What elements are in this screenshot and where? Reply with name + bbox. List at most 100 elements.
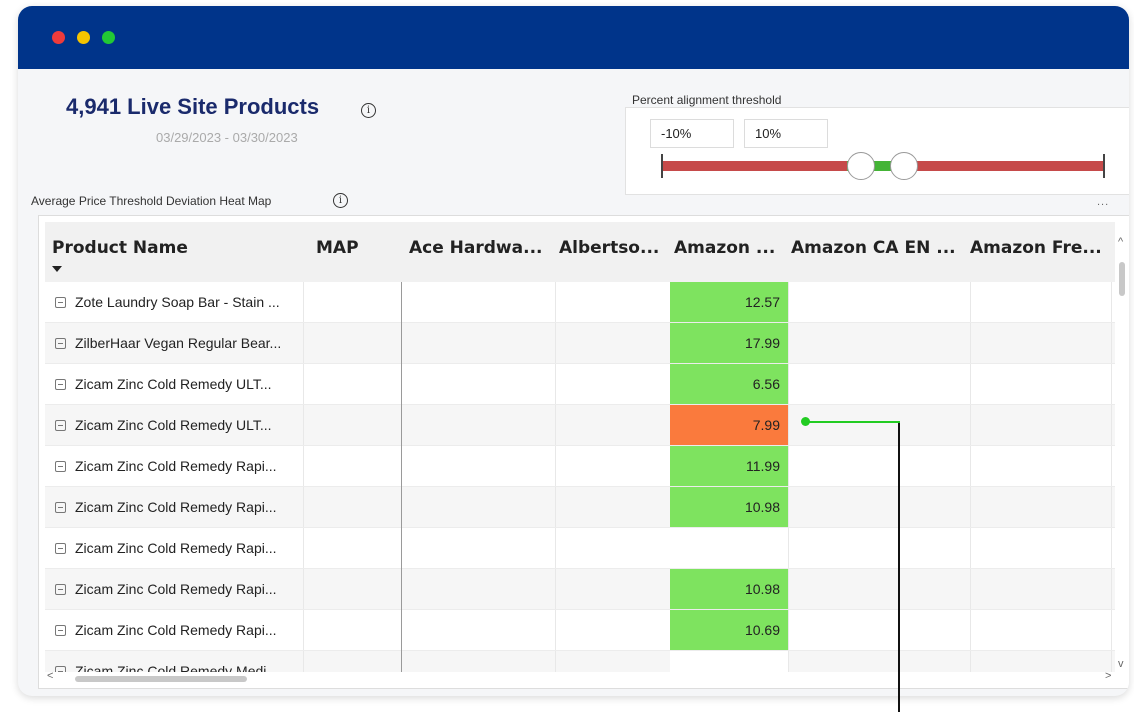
threshold-min-input[interactable]: -10% <box>650 119 734 148</box>
amazon-price-cell[interactable]: 11.99 <box>670 446 788 486</box>
table-body: Zote Laundry Soap Bar - Stain ... 12.57 Zi… <box>45 282 1115 684</box>
column-divider <box>970 282 971 322</box>
expand-row-icon[interactable] <box>55 502 66 513</box>
column-header-amazon-fresh[interactable]: Amazon Fre... <box>970 222 1110 282</box>
column-divider <box>970 487 971 527</box>
product-name-text: Zicam Zinc Cold Remedy ULT... <box>75 376 272 392</box>
product-name-cell: Zicam Zinc Cold Remedy Rapi... <box>45 446 303 486</box>
column-divider <box>788 282 789 322</box>
column-divider <box>303 610 304 650</box>
more-options-button[interactable]: ... <box>1097 196 1109 208</box>
column-divider <box>788 323 789 363</box>
expand-row-icon[interactable] <box>55 338 66 349</box>
column-divider <box>555 610 556 650</box>
column-divider <box>788 364 789 404</box>
column-divider <box>1111 446 1112 486</box>
table-row[interactable]: Zicam Zinc Cold Remedy Rapi... <box>45 528 1115 569</box>
product-name-cell: Zicam Zinc Cold Remedy ULT... <box>45 405 303 445</box>
expand-row-icon[interactable] <box>55 543 66 554</box>
slider-max-cap <box>1103 154 1105 178</box>
column-divider <box>555 282 556 322</box>
slider-min-cap <box>661 154 663 178</box>
minimize-window-button[interactable] <box>77 31 90 44</box>
column-divider <box>1111 405 1112 445</box>
table-row[interactable]: Zote Laundry Soap Bar - Stain ... 12.57 <box>45 282 1115 323</box>
vertical-scroll-thumb[interactable] <box>1119 262 1125 296</box>
heatmap-table: Product Name MAP Ace Hardwa... Albertso.… <box>38 215 1129 689</box>
expand-row-icon[interactable] <box>55 379 66 390</box>
scroll-left-icon[interactable]: < <box>47 670 53 682</box>
threshold-max-input[interactable]: 10% <box>744 119 828 148</box>
column-divider <box>1111 528 1112 568</box>
column-divider <box>555 364 556 404</box>
table-row[interactable]: Zicam Zinc Cold Remedy Rapi... 11.99 <box>45 446 1115 487</box>
amazon-price-cell[interactable]: 10.98 <box>670 487 788 527</box>
table-row[interactable]: Zicam Zinc Cold Remedy Rapi... 10.69 <box>45 610 1115 651</box>
product-name-text: Zicam Zinc Cold Remedy ULT... <box>75 417 272 433</box>
horizontal-scroll-thumb[interactable] <box>75 676 247 682</box>
maximize-window-button[interactable] <box>102 31 115 44</box>
amazon-price-cell[interactable]: 7.99 <box>670 405 788 445</box>
product-name-cell: Zicam Zinc Cold Remedy Rapi... <box>45 528 303 568</box>
product-name-cell: Zote Laundry Soap Bar - Stain ... <box>45 282 303 322</box>
page-title: 4,941 Live Site Products <box>66 94 320 119</box>
table-row[interactable]: Zicam Zinc Cold Remedy Rapi... 10.98 <box>45 487 1115 528</box>
slider-max-handle[interactable] <box>890 152 918 180</box>
heatmap-title: Average Price Threshold Deviation Heat M… <box>31 194 272 208</box>
column-divider <box>1111 282 1112 322</box>
annotation-connector <box>806 421 900 423</box>
expand-row-icon[interactable] <box>55 625 66 636</box>
table-row[interactable]: Zicam Zinc Cold Remedy Rapi... 10.98 <box>45 569 1115 610</box>
scroll-up-icon[interactable]: ^ <box>1118 236 1123 248</box>
sort-descending-icon <box>52 266 62 272</box>
column-header-albertsons[interactable]: Albertso... <box>559 222 671 282</box>
vertical-scrollbar[interactable]: ^ v <box>1115 236 1129 676</box>
column-divider <box>788 446 789 486</box>
scroll-down-icon[interactable]: v <box>1118 658 1124 670</box>
table-row[interactable]: ZilberHaar Vegan Regular Bear... 17.99 <box>45 323 1115 364</box>
info-icon[interactable]: i <box>361 103 376 118</box>
column-divider <box>555 528 556 568</box>
product-name-cell: ZilberHaar Vegan Regular Bear... <box>45 323 303 363</box>
scroll-right-icon[interactable]: > <box>1105 670 1111 682</box>
column-divider <box>970 446 971 486</box>
product-name-text: Zicam Zinc Cold Remedy Rapi... <box>75 540 277 556</box>
amazon-price-cell[interactable] <box>670 528 788 568</box>
column-header-amazon[interactable]: Amazon ... <box>674 222 788 282</box>
expand-row-icon[interactable] <box>55 461 66 472</box>
threshold-slider-panel: -10% 10% <box>625 107 1129 195</box>
amazon-price-cell[interactable]: 6.56 <box>670 364 788 404</box>
table-row[interactable]: Zicam Zinc Cold Remedy ULT... 7.99 <box>45 405 1115 446</box>
table-row[interactable]: Zicam Zinc Cold Remedy ULT... 6.56 <box>45 364 1115 405</box>
column-header-map[interactable]: MAP <box>316 222 396 282</box>
amazon-price-cell[interactable]: 10.69 <box>670 610 788 650</box>
app-window: 4,941 Live Site Products i 03/29/2023 - … <box>18 6 1129 696</box>
column-divider <box>555 487 556 527</box>
column-header-ace-hardware[interactable]: Ace Hardwa... <box>409 222 555 282</box>
expand-row-icon[interactable] <box>55 420 66 431</box>
slider-min-handle[interactable] <box>847 152 875 180</box>
column-divider <box>970 610 971 650</box>
amazon-price-cell[interactable]: 10.98 <box>670 569 788 609</box>
column-divider <box>303 364 304 404</box>
heatmap-info-icon[interactable]: i <box>333 193 348 208</box>
column-divider <box>788 528 789 568</box>
column-divider <box>303 528 304 568</box>
column-divider <box>970 323 971 363</box>
product-name-cell: Zicam Zinc Cold Remedy Rapi... <box>45 487 303 527</box>
column-header-amazon-ca-en[interactable]: Amazon CA EN ... <box>791 222 965 282</box>
column-header-product-name[interactable]: Product Name <box>52 222 292 282</box>
product-name-cell: Zicam Zinc Cold Remedy ULT... <box>45 364 303 404</box>
expand-row-icon[interactable] <box>55 297 66 308</box>
amazon-price-cell[interactable]: 17.99 <box>670 323 788 363</box>
horizontal-scrollbar[interactable]: < > <box>45 670 1115 684</box>
amazon-price-cell[interactable]: 12.57 <box>670 282 788 322</box>
column-divider <box>970 364 971 404</box>
close-window-button[interactable] <box>52 31 65 44</box>
column-divider <box>1111 569 1112 609</box>
column-divider <box>555 569 556 609</box>
product-name-cell: Zicam Zinc Cold Remedy Rapi... <box>45 569 303 609</box>
column-divider <box>970 528 971 568</box>
frozen-column-divider <box>401 282 402 674</box>
expand-row-icon[interactable] <box>55 584 66 595</box>
